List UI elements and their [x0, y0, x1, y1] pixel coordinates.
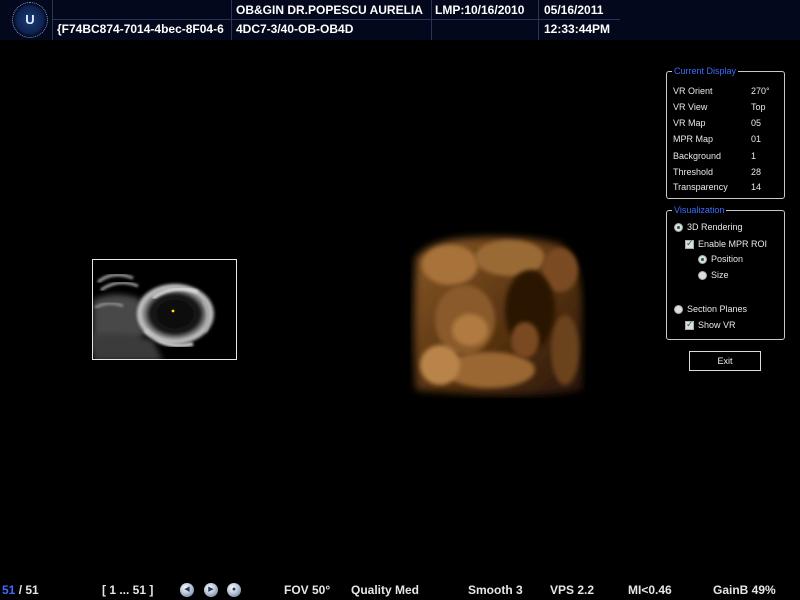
current-display-row: VR View Top [673, 102, 783, 112]
radio-label: Section Planes [687, 304, 748, 314]
current-display-row: Threshold 28 [673, 167, 783, 177]
frame-total: 51 [25, 583, 39, 597]
row-label: VR Orient [673, 86, 713, 96]
checkbox-checked-icon[interactable] [685, 238, 694, 249]
gain-readout: GainB 49% [713, 583, 776, 597]
header-divider [231, 0, 232, 40]
row-label: Transparency [673, 182, 728, 192]
fov-readout: FOV 50° [284, 583, 331, 597]
rewind-icon: ◀ [184, 586, 190, 593]
header-divider [52, 19, 620, 20]
mi-readout: MI<0.46 [628, 583, 672, 597]
visualization-title: Visualization [672, 204, 727, 216]
radio-label: 3D Rendering [687, 222, 743, 232]
row-label: MPR Map [673, 134, 714, 144]
radio-selected-icon[interactable] [698, 255, 707, 264]
checkbox-checked-icon[interactable] [685, 319, 694, 330]
3d-render-image [414, 236, 582, 396]
row-value: 01 [751, 134, 762, 144]
current-display-title: Current Display [672, 65, 739, 77]
institution-name: OB&GIN DR.POPESCU AURELIA [236, 3, 423, 17]
exam-time: 12:33:44PM [544, 22, 611, 36]
stop-icon: ● [231, 586, 237, 593]
radio-unselected-icon[interactable] [674, 305, 683, 314]
row-value: 05 [751, 118, 762, 128]
smooth-readout: Smooth 3 [468, 583, 523, 597]
play-button[interactable]: ▶ [204, 583, 218, 597]
row-value: 270° [751, 86, 770, 96]
radio-selected-icon[interactable] [674, 223, 683, 232]
row-label: Threshold [673, 167, 714, 177]
header-divider [538, 0, 539, 40]
header-bar: U {F74BC874-7014-4bec-8F04-6 OB&GIN DR.P… [0, 0, 800, 40]
header-divider [52, 0, 53, 40]
radio-label: Position [711, 254, 744, 264]
row-label: Background [673, 151, 722, 161]
row-label: VR Map [673, 118, 706, 128]
frame-counter: 51 / 51 [2, 583, 39, 597]
frame-separator: / [15, 583, 26, 597]
exam-date: 05/16/2011 [544, 3, 604, 17]
vps-readout: VPS 2.2 [550, 583, 595, 597]
checkbox-label: Enable MPR ROI [698, 239, 768, 249]
play-icon: ▶ [208, 586, 214, 593]
frame-current: 51 [2, 583, 16, 597]
visualization-panel: Visualization 3D Rendering Enable MPR RO… [666, 204, 785, 340]
exam-id: {F74BC874-7014-4bec-8F04-6 [57, 22, 224, 36]
exit-button[interactable]: Exit [689, 351, 761, 371]
row-value: Top [751, 102, 766, 112]
radio-unselected-icon[interactable] [698, 271, 707, 280]
row-value: 28 [751, 167, 762, 177]
stop-button[interactable]: ● [227, 583, 241, 597]
quality-readout: Quality Med [351, 583, 420, 597]
row-value: 14 [751, 182, 762, 192]
frame-range: [ 1 ... 51 ] [102, 583, 154, 597]
current-display-row: VR Orient 270° [673, 86, 783, 96]
radio-label: Size [711, 270, 729, 280]
logo-letter: U [25, 12, 35, 27]
lmp-date: LMP:10/16/2010 [435, 3, 525, 17]
checkbox-label: Show VR [698, 320, 736, 330]
volume-render-view[interactable] [410, 230, 586, 398]
study-preset: 4DC7-3/40-OB-OB4D [236, 22, 354, 36]
roi-marker [171, 309, 175, 313]
row-value: 1 [751, 151, 757, 161]
current-display-row: VR Map 05 [673, 118, 783, 128]
current-display-row: MPR Map 01 [673, 134, 783, 144]
status-bar: 51 / 51 [ 1 ... 51 ] FOV 50° Quality Med… [0, 580, 800, 600]
header-divider [431, 0, 432, 40]
current-display-panel: Current Display VR Orient 270° VR View T… [666, 65, 785, 199]
row-label: VR View [673, 102, 708, 112]
ultrasound-logo-icon: U [12, 2, 48, 38]
mpr-ultrasound-view[interactable] [92, 259, 237, 360]
current-display-row: Transparency 14 [673, 182, 783, 192]
ultrasound-image [93, 260, 236, 359]
current-display-row: Background 1 [673, 151, 783, 161]
previous-frame-button[interactable]: ◀ [180, 583, 194, 597]
